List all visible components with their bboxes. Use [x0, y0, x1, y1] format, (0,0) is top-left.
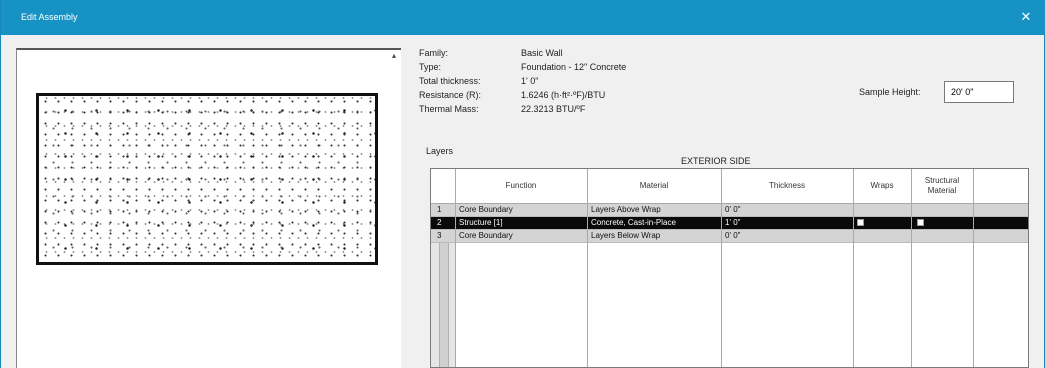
property-value: 1.6246 (h·ft²·ºF)/BTU: [521, 90, 606, 100]
cell-function[interactable]: Structure [1]: [455, 217, 587, 229]
property-value: 22.3213 BTU/ºF: [521, 104, 586, 114]
cell-function[interactable]: Core Boundary: [455, 230, 587, 242]
table-row[interactable]: 1 Core Boundary Layers Above Wrap 0' 0": [431, 204, 1028, 217]
cell-thickness[interactable]: 0' 0": [721, 204, 853, 216]
property-value: Foundation - 12" Concrete: [521, 62, 627, 72]
column-divider: [721, 169, 722, 367]
close-icon[interactable]: ✕: [1018, 9, 1034, 25]
cell-material[interactable]: Concrete, Cast-in-Place: [587, 217, 721, 229]
cell-thickness[interactable]: 1' 0": [721, 217, 853, 229]
sample-height-input[interactable]: [944, 81, 1014, 103]
property-value: 1' 0": [521, 76, 539, 86]
row-number: 2: [437, 218, 442, 227]
cell-thickness[interactable]: 0' 0": [721, 230, 853, 242]
preview-collapse-icon[interactable]: ▴: [389, 50, 399, 62]
property-label: Total thickness:: [419, 76, 481, 86]
column-header-wraps[interactable]: Wraps: [853, 169, 911, 203]
wall-section-preview: [36, 93, 378, 265]
property-label: Family:: [419, 48, 448, 58]
column-header-material[interactable]: Material: [587, 169, 721, 203]
layers-label: Layers: [426, 146, 454, 156]
title-bar: Edit Assembly ✕: [1, 0, 1045, 35]
table-row[interactable]: 3 Core Boundary Layers Below Wrap 0' 0": [431, 230, 1028, 243]
cell-material[interactable]: Layers Above Wrap: [587, 204, 721, 216]
cell-material[interactable]: Layers Below Wrap: [587, 230, 721, 242]
column-divider: [455, 169, 456, 367]
layers-table: Function Material Thickness Wraps Struct…: [430, 168, 1029, 368]
column-header-structural-material[interactable]: Structural Material: [911, 169, 973, 203]
exterior-side-label: EXTERIOR SIDE: [681, 156, 751, 166]
structural-material-checkbox[interactable]: [917, 219, 924, 226]
column-header-function[interactable]: Function: [455, 169, 587, 203]
column-header-thickness[interactable]: Thickness: [721, 169, 853, 203]
column-divider: [973, 169, 974, 367]
column-divider: [911, 169, 912, 367]
property-label: Thermal Mass:: [419, 104, 479, 114]
property-label: Resistance (R):: [419, 90, 482, 100]
table-row[interactable]: 2 Structure [1] Concrete, Cast-in-Place …: [431, 217, 1028, 230]
property-value: Basic Wall: [521, 48, 563, 58]
wraps-checkbox[interactable]: [857, 219, 864, 226]
sample-height-label: Sample Height:: [859, 87, 921, 97]
property-label: Type:: [419, 62, 442, 72]
row-number: 3: [437, 231, 442, 240]
edit-assembly-dialog: Edit Assembly ✕ ▴ Family: Basic Wall Typ…: [0, 0, 1045, 368]
column-divider: [853, 169, 854, 367]
cell-function[interactable]: Core Boundary: [455, 204, 587, 216]
column-divider: [587, 169, 588, 367]
table-header: Function Material Thickness Wraps Struct…: [431, 169, 1028, 204]
dialog-title: Edit Assembly: [21, 12, 78, 22]
row-number: 1: [437, 205, 442, 214]
